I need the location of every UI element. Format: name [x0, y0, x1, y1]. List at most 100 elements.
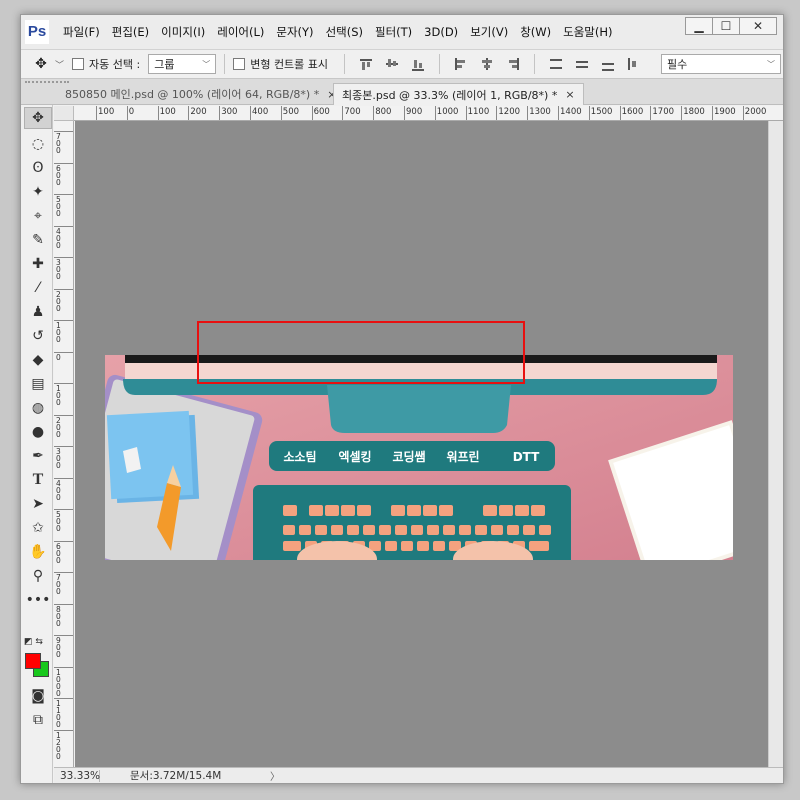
- nav-item-sosoteam[interactable]: 소소팀: [283, 450, 316, 464]
- maximize-button[interactable]: ☐: [712, 17, 740, 35]
- align-bottom-icon[interactable]: [412, 57, 425, 71]
- move-tool-icon[interactable]: ✥: [27, 56, 55, 72]
- type-tool-icon[interactable]: T: [24, 469, 52, 491]
- align-vcenter-icon[interactable]: [386, 57, 399, 71]
- stamp-tool-icon[interactable]: ♟: [24, 301, 52, 323]
- menu-file[interactable]: 파일(F): [63, 24, 100, 40]
- ruler-label: 1600: [621, 107, 644, 117]
- ruler-label: 500: [282, 107, 300, 117]
- vertical-ruler[interactable]: 700 600 500 400 300 200 100 0 100 200 300 400 500 600…: [54, 121, 74, 767]
- ruler-tick: [681, 106, 683, 120]
- distribute-horizontal-icon[interactable]: [628, 57, 640, 71]
- highlight-annotation-box: [197, 321, 525, 384]
- ruler-tick: [527, 106, 529, 120]
- canvas-area[interactable]: 소소팀 엑셀킹 코딩쌤 워프린 DTT: [75, 121, 783, 767]
- lasso-tool-icon[interactable]: ʘ: [24, 157, 52, 179]
- ruler-label: 300: [221, 107, 238, 117]
- ruler-tick: [188, 106, 190, 120]
- ruler-origin[interactable]: [54, 106, 74, 121]
- eyedropper-icon[interactable]: ✎: [24, 229, 52, 251]
- transform-controls-checkbox[interactable]: [233, 58, 246, 70]
- quick-mask-icon[interactable]: ◙: [24, 685, 52, 707]
- vertical-scrollbar[interactable]: [768, 121, 783, 767]
- eraser-tool-icon[interactable]: ◆: [24, 349, 52, 371]
- document-size: 문서:3.72M/15.4M: [130, 770, 222, 782]
- ruler-label: 800: [56, 604, 61, 628]
- menu-edit[interactable]: 편집(E): [112, 24, 149, 40]
- path-selection-icon[interactable]: ➤: [24, 493, 52, 515]
- ruler-tick: [96, 106, 97, 120]
- ruler-label: 500: [56, 510, 61, 533]
- menu-bar: Ps 파일(F) 편집(E) 이미지(I) 레이어(L) 문자(Y) 선택(S)…: [21, 15, 783, 49]
- gradient-tool-icon[interactable]: ▤: [24, 373, 52, 395]
- zoom-tool-icon[interactable]: ⚲: [24, 565, 52, 587]
- close-icon[interactable]: ×: [565, 88, 574, 101]
- magic-wand-icon[interactable]: ✦: [24, 181, 52, 203]
- dodge-tool-icon[interactable]: ●: [24, 421, 52, 443]
- menu-type[interactable]: 문자(Y): [276, 24, 313, 40]
- ruler-label: 1200: [498, 107, 521, 117]
- nav-item-excelking[interactable]: 엑셀킹: [338, 449, 371, 464]
- align-top-icon[interactable]: [360, 57, 373, 71]
- minimize-button[interactable]: ▁: [685, 17, 713, 35]
- more-tools-icon[interactable]: •••: [24, 589, 52, 611]
- workspace-dropdown[interactable]: 필수 ﹀: [661, 54, 782, 74]
- ruler-label: 1500: [590, 107, 613, 117]
- ruler-label: 700: [344, 107, 361, 117]
- hand-tool-icon[interactable]: ✋: [24, 541, 52, 563]
- blur-tool-icon[interactable]: ◍: [24, 397, 52, 419]
- shape-tool-icon[interactable]: ✩: [24, 517, 52, 539]
- close-button[interactable]: ✕: [739, 17, 777, 35]
- pen-tool-icon[interactable]: ✒: [24, 445, 52, 467]
- auto-select-label: 자동 선택 :: [89, 58, 141, 71]
- ruler-label: 1900: [714, 107, 736, 117]
- auto-select-checkbox[interactable]: [72, 58, 85, 70]
- align-right-icon[interactable]: [507, 57, 520, 71]
- menu-layer[interactable]: 레이어(L): [217, 24, 264, 40]
- ruler-label: 1700: [652, 107, 675, 117]
- distribute-vcenter-icon[interactable]: [576, 57, 589, 71]
- menu-view[interactable]: 보기(V): [470, 24, 508, 40]
- tab-850850-main[interactable]: 850850 메인.psd @ 100% (레이어 64, RGB/8*) * …: [57, 83, 344, 105]
- menu-3d[interactable]: 3D(D): [424, 25, 458, 39]
- screen-mode-icon[interactable]: ⧉: [24, 709, 52, 731]
- menu-select[interactable]: 선택(S): [326, 24, 363, 40]
- divider: [224, 54, 226, 74]
- banner-artwork[interactable]: 소소팀 엑셀킹 코딩쌤 워프린 DTT: [105, 355, 733, 560]
- menu-image[interactable]: 이미지(I): [161, 24, 205, 40]
- menu-help[interactable]: 도움말(H): [563, 24, 612, 40]
- ruler-label: 2000: [744, 107, 767, 117]
- history-brush-icon[interactable]: ↺: [24, 325, 52, 347]
- tab-final[interactable]: 최종본.psd @ 33.3% (레이어 1, RGB/8*) * ×: [333, 83, 584, 105]
- chevron-down-icon[interactable]: ﹀: [55, 58, 64, 71]
- distribute-bottom-icon[interactable]: [602, 57, 615, 71]
- nav-item-wopeurin[interactable]: 워프린: [446, 449, 479, 464]
- zoom-level[interactable]: 33.33%: [54, 769, 100, 782]
- auto-select-dropdown[interactable]: 그룹 ﹀: [148, 54, 217, 74]
- menu-window[interactable]: 창(W): [520, 24, 551, 40]
- move-tool-icon[interactable]: ✥: [24, 107, 52, 129]
- healing-brush-icon[interactable]: ✚: [24, 253, 52, 275]
- align-left-icon[interactable]: [455, 57, 467, 71]
- horizontal-ruler[interactable]: 100 0 100 200 300 400 500 600 700 800 900 1000 1100 1…: [74, 106, 783, 121]
- distribute-top-icon[interactable]: [550, 57, 563, 71]
- ruler-label: 1400: [560, 107, 582, 117]
- menu-filter[interactable]: 필터(T): [375, 24, 412, 40]
- ruler-tick: [373, 106, 375, 120]
- ruler-tick: [250, 106, 251, 120]
- nav-item-codingssam[interactable]: 코딩쌤: [392, 449, 425, 464]
- swap-colors-icon[interactable]: ◩ ⇆: [24, 637, 43, 647]
- foreground-color-swatch[interactable]: [25, 653, 41, 669]
- brush-tool-icon[interactable]: ⁄: [24, 277, 52, 299]
- ruler-tick: [650, 106, 652, 120]
- chevron-right-icon[interactable]: 〉: [270, 768, 280, 783]
- ruler-label: 1100: [467, 107, 490, 117]
- align-hcenter-icon[interactable]: [481, 57, 493, 71]
- ruler-label: 1200: [56, 730, 61, 761]
- marquee-tool-icon[interactable]: ◌: [24, 133, 52, 155]
- ruler-label: 100: [56, 321, 61, 344]
- crop-tool-icon[interactable]: ⌖: [24, 205, 52, 227]
- nav-item-dtt[interactable]: DTT: [513, 450, 540, 464]
- ruler-label: 1000: [56, 667, 61, 698]
- ruler-label: 900: [406, 107, 423, 117]
